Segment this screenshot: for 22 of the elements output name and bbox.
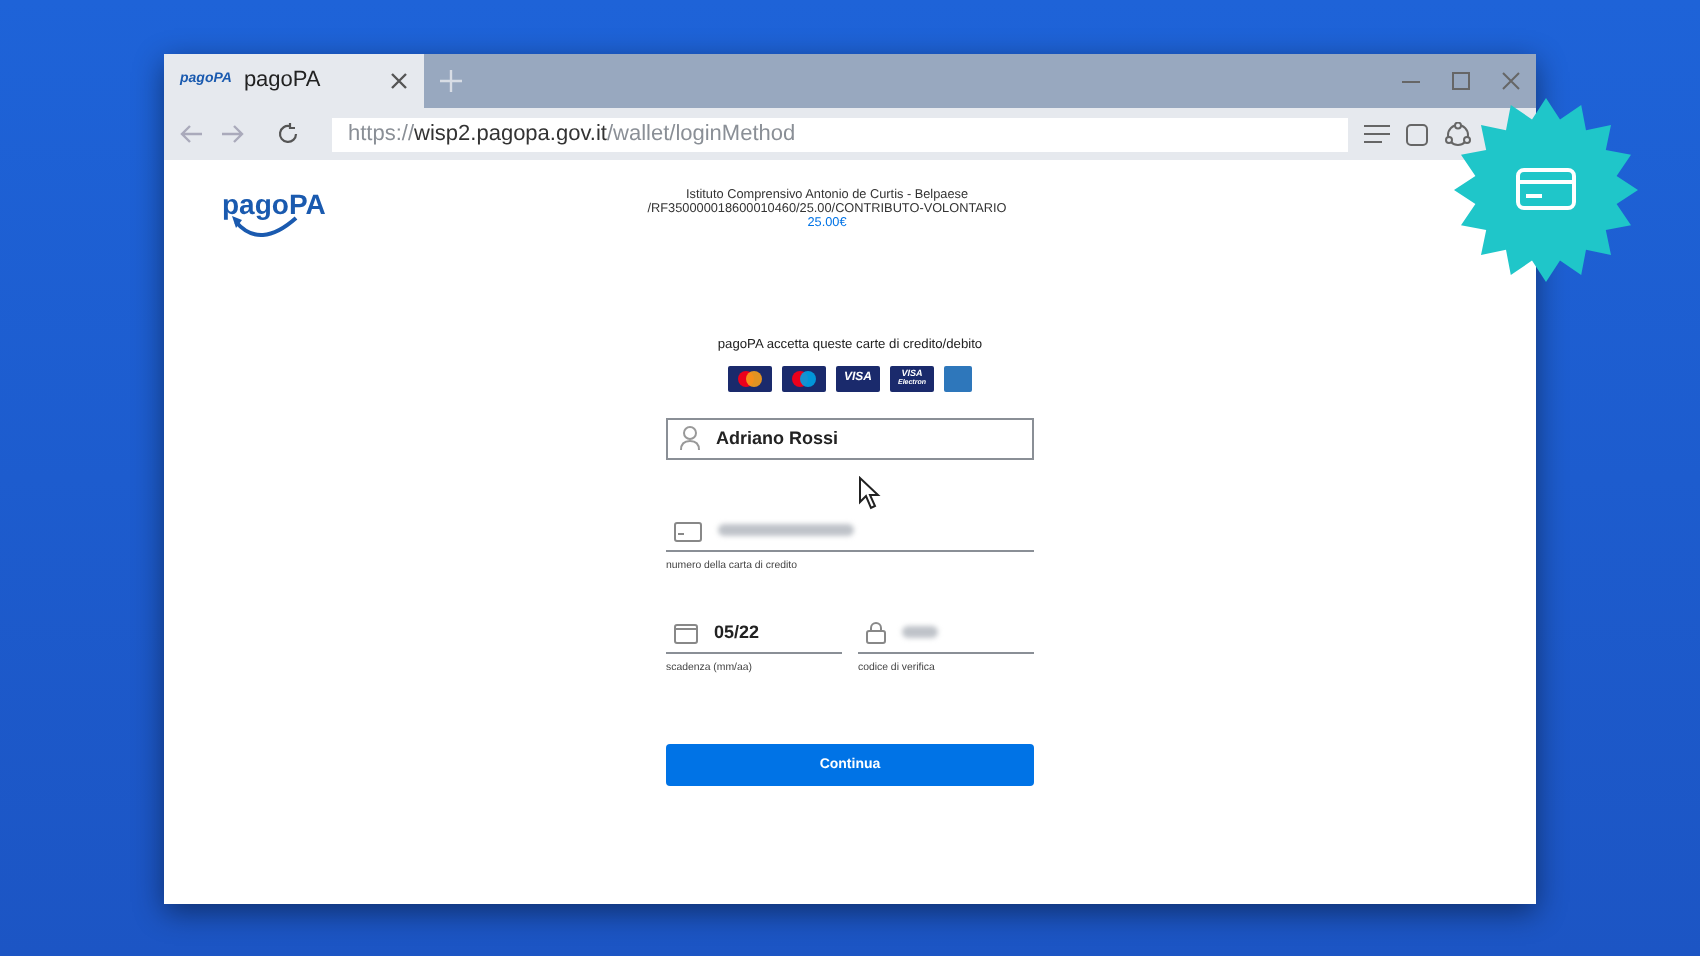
address-field[interactable]: https://wisp2.pagopa.gov.it/wallet/loginMethod (332, 117, 1348, 151)
back-icon[interactable] (180, 124, 204, 144)
lock-icon (866, 622, 886, 645)
tab-title: pagoPA (243, 66, 321, 97)
minimize-icon[interactable] (1402, 79, 1420, 83)
card-brand-logo (782, 365, 826, 392)
close-icon[interactable] (390, 72, 408, 90)
name-field[interactable]: Adriano Rossi (666, 417, 1034, 460)
calendar-icon (674, 623, 698, 644)
forward-icon[interactable] (220, 124, 244, 144)
share-icon[interactable] (1444, 121, 1472, 147)
mouse-cursor-icon (858, 476, 882, 510)
person-icon (680, 426, 700, 451)
expiry-field[interactable]: 05/22 (666, 615, 842, 654)
new-tab-icon[interactable] (440, 70, 462, 92)
refresh-icon[interactable] (276, 122, 300, 146)
notes-icon[interactable] (1406, 123, 1428, 145)
card-brand-logo (944, 365, 972, 392)
maximize-icon[interactable] (1452, 72, 1470, 90)
reading-list-icon[interactable] (1364, 124, 1390, 144)
credit-card-icon (674, 521, 702, 542)
card-brand-logo (728, 365, 772, 392)
